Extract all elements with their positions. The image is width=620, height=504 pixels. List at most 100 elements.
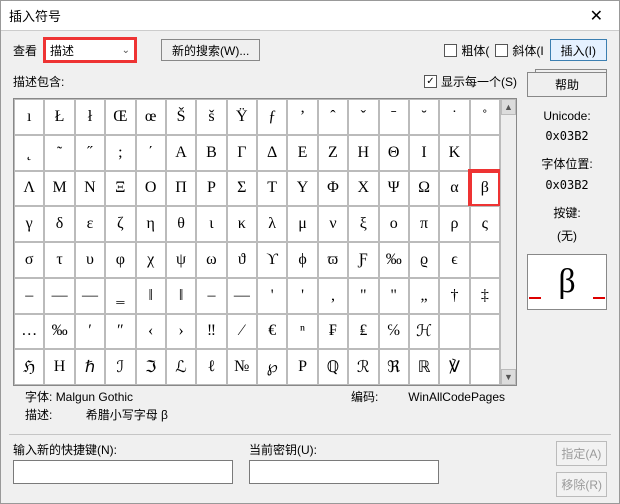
char-cell[interactable]: ℒ [166,349,196,385]
char-cell[interactable]: γ [14,206,44,242]
char-cell[interactable]: Χ [348,171,378,207]
char-cell[interactable]: … [14,314,44,350]
char-cell[interactable]: ‼ [196,314,226,350]
char-cell[interactable]: ψ [166,242,196,278]
curkey-input[interactable] [249,460,439,484]
char-cell[interactable]: „ [409,278,439,314]
char-cell[interactable]: – [14,278,44,314]
char-cell[interactable]: š [196,99,226,135]
char-cell[interactable]: ℣ [439,349,469,385]
char-cell[interactable]: ℜ [379,349,409,385]
char-cell[interactable]: ℓ [196,349,226,385]
char-cell[interactable]: " [348,278,378,314]
char-cell[interactable]: ı [14,99,44,135]
char-cell[interactable]: δ [44,206,74,242]
char-cell[interactable]: ΄ [136,135,166,171]
char-cell[interactable]: Ξ [105,171,135,207]
char-cell[interactable]: ϱ [409,242,439,278]
char-cell[interactable]: Ÿ [227,99,257,135]
char-cell[interactable]: ⁄ [227,314,257,350]
char-cell[interactable]: " [379,278,409,314]
char-cell[interactable]: ł [75,99,105,135]
char-cell[interactable]: ˇ [348,99,378,135]
char-cell[interactable]: ω [196,242,226,278]
char-cell[interactable]: ϑ [227,242,257,278]
char-cell[interactable]: ℏ [75,349,105,385]
char-cell[interactable]: ₣ [318,314,348,350]
newkey-input[interactable] [13,460,233,484]
char-cell[interactable]: μ [287,206,317,242]
char-cell[interactable]: ˙ [439,99,469,135]
char-cell[interactable]: Ψ [379,171,409,207]
char-cell[interactable]: ℚ [318,349,348,385]
char-cell[interactable]: ℅ [379,314,409,350]
char-cell[interactable]: ℛ [348,349,378,385]
char-cell[interactable]: ℐ [105,349,135,385]
italic-checkbox[interactable]: 斜体(I [495,42,543,59]
char-cell[interactable]: Œ [105,99,135,135]
char-cell[interactable]: ; [105,135,135,171]
char-cell[interactable]: ' [257,278,287,314]
char-cell[interactable]: β [470,171,500,207]
char-cell[interactable]: › [166,314,196,350]
char-cell[interactable]: – [196,278,226,314]
show-each-checkbox[interactable]: ✓ 显示每一个(S) [424,73,517,90]
char-cell[interactable]: Μ [44,171,74,207]
char-cell[interactable]: θ [166,206,196,242]
char-cell[interactable] [470,349,500,385]
char-cell[interactable]: ϕ [287,242,317,278]
new-search-button[interactable]: 新的搜索(W)... [161,39,260,61]
char-cell[interactable]: Κ [439,135,469,171]
insert-button[interactable]: 插入(I) [550,39,607,61]
char-cell[interactable]: ν [318,206,348,242]
char-cell[interactable]: ‡ [470,278,500,314]
char-cell[interactable]: † [439,278,469,314]
char-cell[interactable]: № [227,349,257,385]
char-cell[interactable]: ⁿ [287,314,317,350]
char-cell[interactable]: ϒ [257,242,287,278]
char-cell[interactable]: ϖ [318,242,348,278]
bold-checkbox[interactable]: 粗体( [444,42,489,59]
char-cell[interactable]: ‰ [44,314,74,350]
char-cell[interactable]: ℝ [409,349,439,385]
view-combo[interactable]: 描述 ⌄ [45,39,135,61]
char-cell[interactable]: Ω [409,171,439,207]
char-cell[interactable]: Φ [318,171,348,207]
char-cell[interactable]: ζ [105,206,135,242]
char-cell[interactable]: Δ [257,135,287,171]
char-cell[interactable]: ο [379,206,409,242]
char-cell[interactable]: ‰ [379,242,409,278]
help-button[interactable]: 帮助 [527,72,607,97]
char-cell[interactable]: P [287,349,317,385]
char-cell[interactable] [470,242,500,278]
char-cell[interactable]: Ƒ [348,242,378,278]
char-cell[interactable]: ε [75,206,105,242]
char-cell[interactable]: Ι [409,135,439,171]
scroll-down-icon[interactable]: ▼ [501,369,516,385]
char-cell[interactable]: ˉ [379,99,409,135]
char-cell[interactable]: Ρ [196,171,226,207]
char-cell[interactable]: Ł [44,99,74,135]
char-cell[interactable]: ′ [75,314,105,350]
scroll-up-icon[interactable]: ▲ [501,99,516,115]
char-cell[interactable]: ℑ [136,349,166,385]
char-cell[interactable]: ‗ [105,278,135,314]
char-cell[interactable]: Ν [75,171,105,207]
char-cell[interactable] [470,314,500,350]
char-cell[interactable]: α [439,171,469,207]
char-cell[interactable]: ₤ [348,314,378,350]
char-cell[interactable]: Υ [287,171,317,207]
char-cell[interactable]: Ο [136,171,166,207]
char-cell[interactable]: Γ [227,135,257,171]
char-cell[interactable]: — [227,278,257,314]
char-cell[interactable]: Α [166,135,196,171]
char-cell[interactable]: œ [136,99,166,135]
char-cell[interactable]: Π [166,171,196,207]
char-cell[interactable]: ǁ [166,278,196,314]
char-cell[interactable]: σ [14,242,44,278]
char-cell[interactable] [439,314,469,350]
char-cell[interactable]: ‖ [136,278,166,314]
char-cell[interactable]: ˝ [75,135,105,171]
char-cell[interactable]: Λ [14,171,44,207]
char-cell[interactable] [470,135,500,171]
